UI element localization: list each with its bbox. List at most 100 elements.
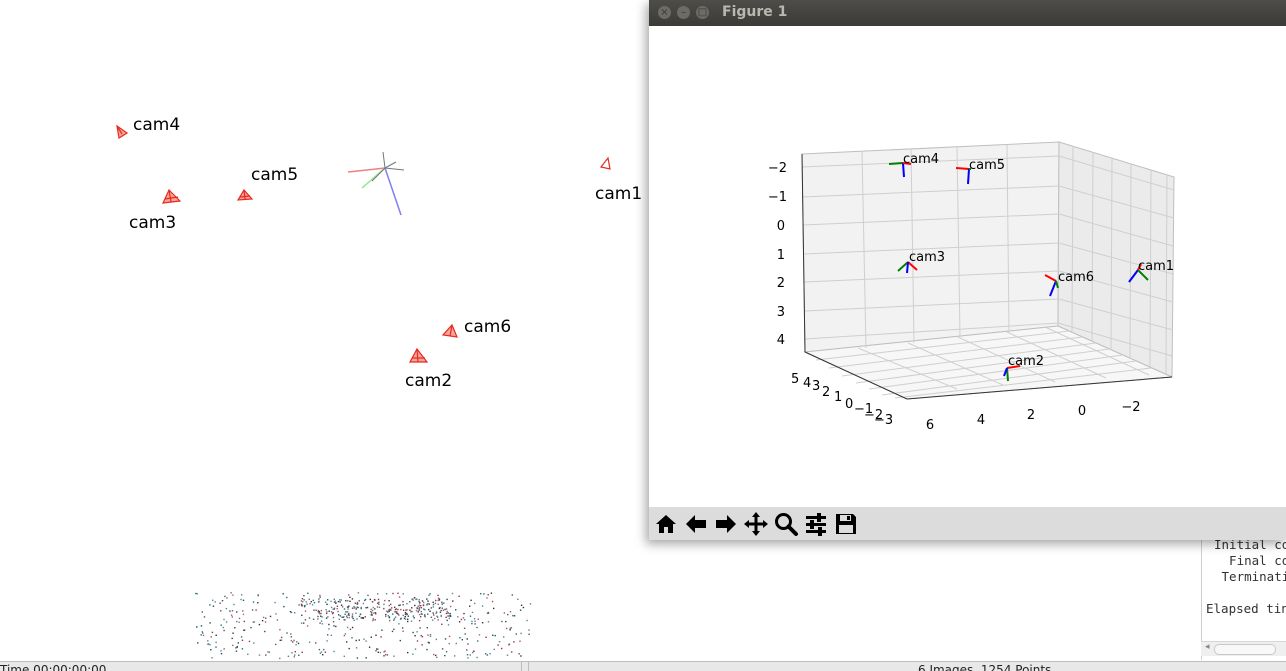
point (406, 609, 408, 611)
point (293, 639, 295, 642)
point (381, 629, 383, 631)
point (513, 641, 515, 643)
save-icon[interactable] (833, 511, 859, 537)
point (435, 654, 437, 657)
point (378, 601, 380, 603)
point (506, 654, 509, 656)
point (520, 632, 522, 635)
point (429, 635, 432, 638)
point (487, 621, 490, 623)
point (294, 651, 296, 653)
point (248, 640, 251, 643)
point (522, 606, 525, 609)
point (462, 617, 465, 619)
plot-camera-label-cam6: cam6 (1058, 270, 1094, 285)
point (282, 593, 284, 595)
point (477, 640, 479, 642)
point (351, 607, 354, 609)
back-icon[interactable] (683, 511, 709, 537)
x-tick-label: 2 (1027, 408, 1035, 423)
point (469, 605, 471, 607)
figure-window[interactable]: × – □ Figure 1 −2 −1 0 1 2 3 4 5 4 3 2 1… (649, 0, 1286, 540)
point (421, 600, 424, 602)
point (337, 610, 339, 613)
point (435, 638, 438, 641)
plot-3d[interactable]: −2 −1 0 1 2 3 4 5 4 3 2 1 0 −1 −2 −3 6 4… (649, 26, 1286, 507)
point (447, 624, 450, 626)
point (429, 610, 431, 612)
forward-icon[interactable] (713, 511, 739, 537)
figure-canvas[interactable]: −2 −1 0 1 2 3 4 5 4 3 2 1 0 −1 −2 −3 6 4… (649, 26, 1286, 507)
point (392, 613, 394, 615)
point (459, 637, 461, 639)
scrollbar-thumb[interactable] (1214, 644, 1276, 655)
point (202, 632, 204, 634)
point (364, 616, 366, 618)
point (449, 612, 451, 615)
point (420, 616, 422, 618)
point (420, 610, 422, 613)
point (464, 619, 466, 621)
point (215, 641, 217, 644)
point (501, 647, 503, 650)
point (196, 593, 198, 595)
point (437, 594, 439, 597)
point (509, 629, 511, 631)
point (197, 642, 199, 644)
point (436, 656, 438, 658)
window-minimize-icon[interactable]: – (677, 6, 690, 19)
window-close-icon[interactable]: × (658, 6, 671, 19)
point (418, 608, 421, 610)
point (489, 653, 491, 655)
point (212, 599, 214, 601)
point (370, 611, 372, 613)
point (345, 600, 347, 602)
point (429, 593, 431, 595)
window-maximize-icon[interactable]: □ (696, 6, 709, 19)
point (275, 643, 277, 646)
point (321, 623, 324, 625)
point (343, 608, 346, 610)
point (351, 626, 354, 629)
point (418, 619, 421, 622)
point (393, 619, 395, 621)
home-icon[interactable] (653, 511, 679, 537)
point (458, 595, 460, 597)
point (352, 617, 354, 620)
point (269, 615, 272, 618)
point (335, 602, 337, 604)
point (200, 634, 202, 636)
point (242, 610, 244, 612)
point (225, 607, 228, 610)
point (203, 616, 206, 618)
z-tick-label: 1 (777, 248, 785, 263)
scroll-left-icon[interactable]: ◂ (1205, 642, 1210, 652)
point (432, 612, 434, 614)
point (360, 607, 362, 610)
point (235, 650, 238, 652)
point (466, 649, 468, 651)
point (317, 618, 319, 620)
point (441, 607, 443, 609)
point (520, 604, 523, 606)
camera-frustum-cam6 (441, 323, 458, 338)
point (409, 601, 411, 603)
point (355, 639, 357, 642)
configure-subplots-icon[interactable] (803, 511, 829, 537)
point (401, 627, 404, 629)
point (301, 651, 303, 653)
figure-titlebar[interactable]: × – □ Figure 1 (649, 0, 1286, 26)
zoom-icon[interactable] (773, 511, 799, 537)
point (461, 639, 463, 641)
point (290, 633, 292, 635)
point (298, 604, 300, 606)
point (378, 606, 381, 608)
pan-icon[interactable] (743, 511, 769, 537)
console-horizontal-scrollbar[interactable]: ◂ (1201, 641, 1286, 656)
point (279, 639, 281, 641)
point (434, 602, 437, 605)
point (223, 618, 225, 621)
point (412, 615, 415, 617)
point (446, 619, 448, 622)
point (303, 595, 305, 597)
